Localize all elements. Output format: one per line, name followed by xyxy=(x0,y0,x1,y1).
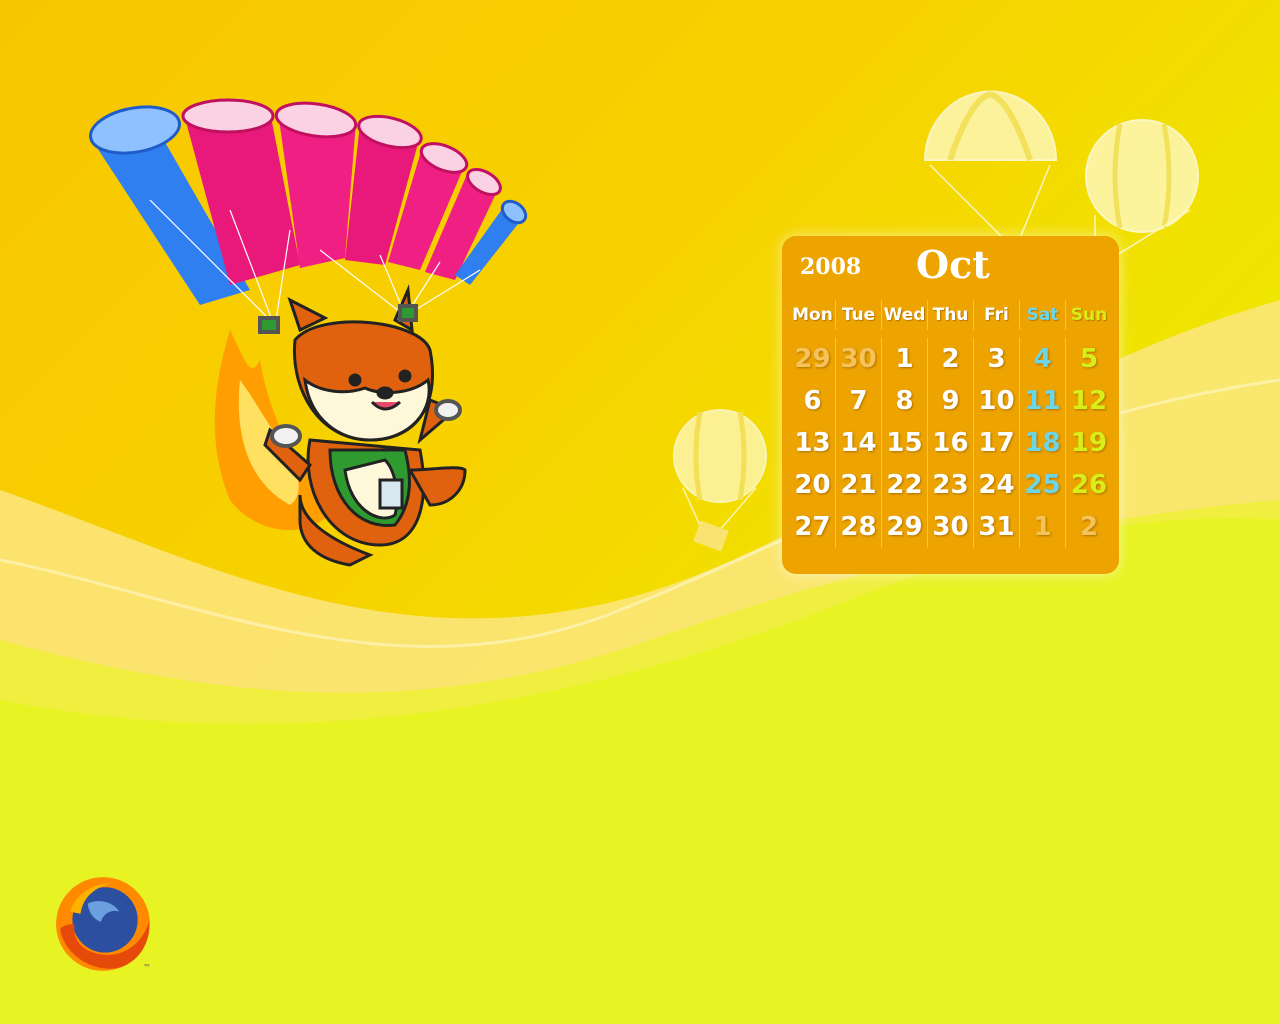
calendar-day: 16 xyxy=(928,422,974,464)
calendar-day: 30 xyxy=(928,506,974,548)
calendar-day: 15 xyxy=(882,422,928,464)
calendar-day: 31 xyxy=(974,506,1020,548)
calendar-day: 2 xyxy=(928,338,974,380)
calendar-day: 22 xyxy=(882,464,928,506)
weekday-header: Fri xyxy=(974,300,1020,330)
calendar-day: 18 xyxy=(1020,422,1066,464)
calendar-day: 26 xyxy=(1070,470,1108,500)
weekday-header: Sun xyxy=(1070,305,1108,325)
parachute-canopy xyxy=(89,98,528,305)
weekday-header: Wed xyxy=(882,300,928,330)
calendar-day: 24 xyxy=(974,464,1020,506)
calendar-day: 27 xyxy=(790,506,836,548)
weekday-header: Tue xyxy=(836,300,882,330)
calendar-day: 14 xyxy=(836,422,882,464)
trademark-symbol: ™ xyxy=(143,963,151,972)
calendar-day-other-month: 29 xyxy=(790,338,836,380)
calendar-month: Oct xyxy=(916,242,990,287)
calendar-day: 8 xyxy=(882,380,928,422)
calendar-day: 10 xyxy=(974,380,1020,422)
calendar-year: 2008 xyxy=(800,254,862,280)
calendar-day: 25 xyxy=(1020,464,1066,506)
calendar-day-other-month: 1 xyxy=(1020,506,1066,548)
calendar-day: 11 xyxy=(1020,380,1066,422)
calendar-grid: Mon Tue Wed Thu Fri Sat Sun 29 30 1 2 3 4 5 6 7 8 9 10 11 12… xyxy=(790,300,1112,548)
fox-parachute-illustration xyxy=(89,98,528,567)
calendar-day: 28 xyxy=(836,506,882,548)
calendar-day: 3 xyxy=(974,338,1020,380)
calendar-day: 23 xyxy=(928,464,974,506)
balloon-large xyxy=(923,90,1058,259)
weekday-header: Sat xyxy=(1020,300,1066,330)
calendar-day: 29 xyxy=(882,506,928,548)
calendar-day: 12 xyxy=(1070,386,1108,416)
weekday-header: Mon xyxy=(790,300,836,330)
calendar-day: 17 xyxy=(974,422,1020,464)
calendar-day: 6 xyxy=(790,380,836,422)
calendar-day: 20 xyxy=(790,464,836,506)
calendar-day: 13 xyxy=(790,422,836,464)
balloon-small xyxy=(673,409,767,552)
firefox-logo-icon xyxy=(56,877,150,971)
calendar-day: 7 xyxy=(836,380,882,422)
calendar-day: 5 xyxy=(1079,344,1099,374)
calendar-day: 1 xyxy=(882,338,928,380)
calendar-day: 4 xyxy=(1020,338,1066,380)
calendar-day: 21 xyxy=(836,464,882,506)
calendar-day-other-month: 30 xyxy=(836,338,882,380)
calendar-widget: 2008 Oct Mon Tue Wed Thu Fri Sat Sun 29 30 1 2 3 4 5 6… xyxy=(782,236,1119,574)
calendar-day: 9 xyxy=(928,380,974,422)
calendar-day-other-month: 2 xyxy=(1079,512,1099,542)
calendar-day: 19 xyxy=(1070,428,1108,458)
weekday-header: Thu xyxy=(928,300,974,330)
